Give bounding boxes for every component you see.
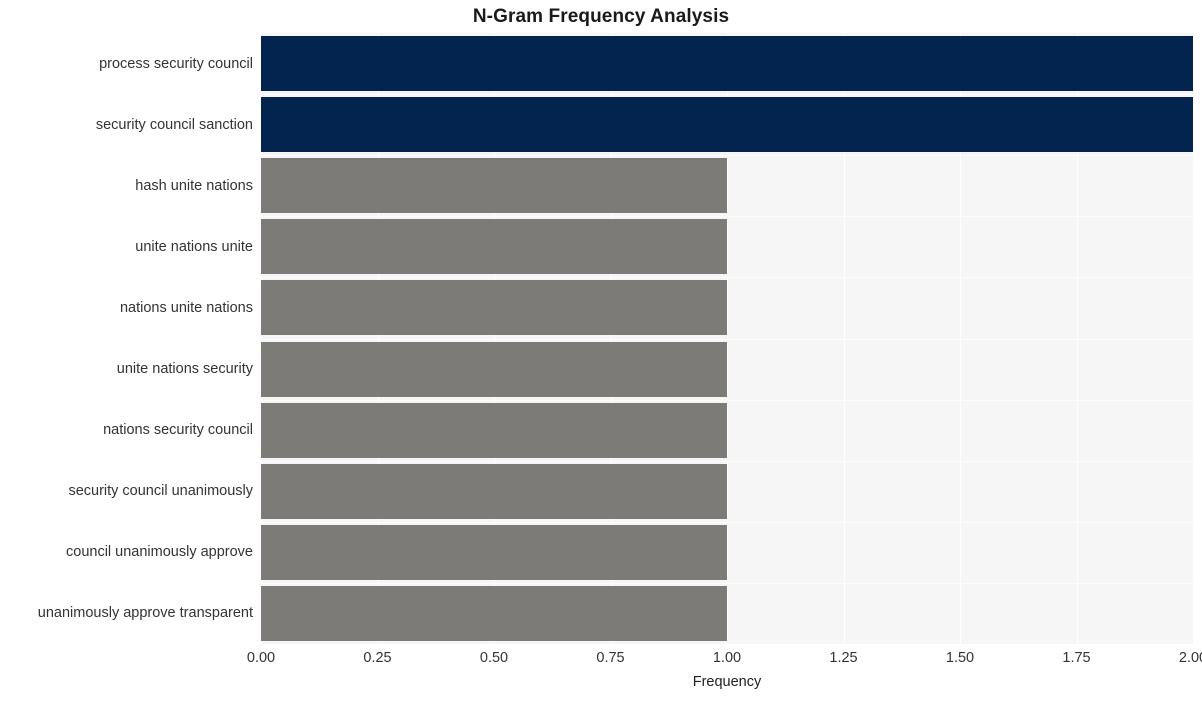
x-axis-tick-label: 1.50 [945, 650, 975, 666]
bar [261, 585, 727, 641]
x-axis-tick-label: 1.00 [712, 650, 742, 666]
gridline-horizontal [261, 155, 1193, 157]
x-axis-tick-label: 0.50 [479, 650, 509, 666]
y-axis-tick-label: council unanimously approve [66, 544, 253, 561]
x-axis-title: Frequency [692, 674, 762, 690]
bar [261, 36, 1193, 92]
x-axis-tick-labels: 0.00 0.25 0.50 0.75 1.00 1.25 1.50 1.75 2.00 [0, 650, 1202, 672]
gridline-horizontal [261, 338, 1193, 340]
bar [261, 463, 727, 519]
x-axis-tick-label: 0.75 [596, 650, 625, 666]
y-axis-tick-label: nations unite nations [119, 299, 253, 316]
bar [261, 402, 727, 458]
bar [261, 524, 727, 580]
gridline-horizontal [261, 216, 1193, 218]
gridline-horizontal [261, 521, 1193, 523]
x-axis-tick-label: 0.00 [246, 650, 276, 666]
y-axis-tick-label: unite nations security [116, 361, 253, 378]
y-axis-tick-label: security council sanction [95, 116, 253, 133]
x-axis-tick-label: 1.75 [1062, 650, 1091, 666]
chart-title: N-Gram Frequency Analysis [472, 6, 730, 27]
plot-area [261, 33, 1193, 644]
x-axis-tick-label: 1.25 [829, 650, 858, 666]
gridline-horizontal [261, 399, 1193, 401]
y-axis-tick-labels: process security council security council… [0, 33, 253, 644]
y-axis-tick-label: security council unanimously [68, 483, 253, 500]
y-axis-tick-label: hash unite nations [135, 177, 253, 194]
gridline-horizontal [261, 277, 1193, 279]
bar [261, 280, 727, 336]
x-axis-tick-label: 2.00 [1178, 650, 1202, 666]
chart-figure: N-Gram Frequency Analysis process securi… [0, 0, 1202, 701]
y-axis-tick-label: unanimously approve transparent [37, 605, 253, 622]
x-axis-tick-label: 0.25 [363, 650, 392, 666]
bar [261, 97, 1193, 153]
y-axis-tick-label: unite nations unite [135, 238, 253, 255]
y-axis-tick-label: process security council [99, 55, 253, 72]
bar [261, 341, 727, 397]
gridline-horizontal [261, 94, 1193, 96]
bar [261, 219, 727, 275]
y-axis-tick-label: nations security council [103, 422, 253, 439]
gridline-horizontal [261, 460, 1193, 462]
gridline-horizontal [261, 582, 1193, 584]
bar [261, 158, 727, 214]
